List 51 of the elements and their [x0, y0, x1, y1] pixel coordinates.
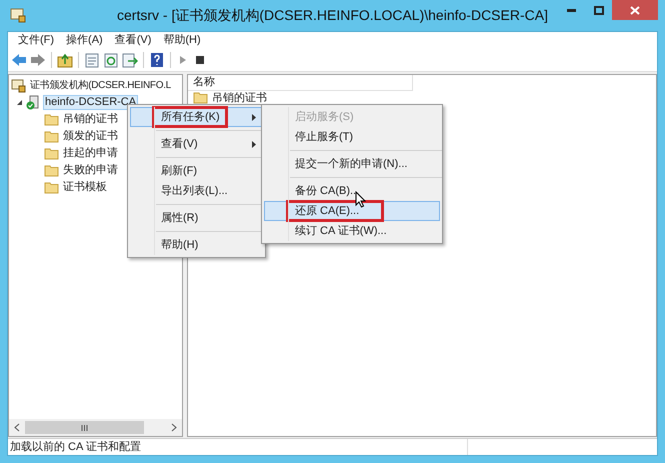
certificate-authority-icon — [11, 78, 26, 92]
submenu-arrow-icon — [252, 140, 256, 148]
menu-item[interactable]: 提交一个新的申请(N)... — [264, 154, 440, 174]
tree-item[interactable]: 颁发的证书 — [62, 130, 119, 143]
forward-icon[interactable] — [30, 53, 46, 67]
menu-item[interactable]: 刷新(F) — [130, 161, 263, 181]
refresh-icon[interactable] — [103, 52, 119, 68]
folder-icon — [44, 147, 59, 160]
status-text: 加载以前的 CA 证书和配置 — [8, 439, 468, 455]
tree-item[interactable]: 吊销的证书 — [62, 113, 119, 126]
menu-item[interactable]: 查看(V) — [110, 32, 156, 49]
maximize-icon — [594, 6, 604, 14]
folder-icon — [44, 181, 59, 194]
tree-item[interactable]: 证书颁发机构(DCSER.HEINFO.L — [29, 79, 172, 92]
horizontal-scrollbar[interactable] — [9, 419, 182, 436]
tree-item[interactable]: 失败的申请 — [62, 164, 119, 177]
menu-item[interactable]: 查看(V) — [130, 134, 263, 154]
back-icon[interactable] — [11, 53, 27, 67]
list-item[interactable]: 吊销的证书 — [212, 92, 267, 104]
window-title: certsrv - [证书颁发机构(DCSER.HEINFO.LOCAL)\heinfo-DCSER-CA] — [117, 6, 548, 25]
scroll-thumb[interactable] — [25, 421, 144, 434]
menu-item[interactable]: 帮助(H) — [158, 32, 206, 49]
menu-item[interactable]: 操作(A) — [61, 32, 108, 49]
server-check-icon — [26, 95, 41, 110]
tree-item[interactable]: 挂起的申请 — [62, 147, 119, 160]
stop-icon[interactable] — [193, 53, 207, 67]
folder-icon — [44, 164, 59, 177]
close-button[interactable] — [612, 0, 658, 20]
folder-up-icon[interactable] — [57, 52, 73, 68]
help-icon[interactable] — [149, 52, 165, 68]
folder-icon — [44, 130, 59, 143]
tree-item[interactable]: 证书模板 — [62, 181, 108, 194]
menu-item[interactable]: 续订 CA 证书(W)... — [264, 221, 440, 241]
tree-item[interactable]: heinfo-DCSER-CA — [44, 96, 138, 109]
menu-item[interactable]: 属性(R) — [130, 208, 263, 228]
column-header[interactable]: 名称 — [193, 74, 215, 91]
minimize-icon — [567, 8, 576, 12]
scroll-left-icon[interactable] — [14, 423, 20, 432]
close-icon — [630, 6, 640, 14]
folder-icon — [44, 113, 59, 126]
menu-item[interactable]: 导出列表(L)... — [130, 181, 263, 201]
menu-item[interactable]: 停止服务(T) — [264, 127, 440, 147]
app-icon — [10, 8, 26, 23]
properties-icon[interactable] — [84, 52, 100, 68]
menu-item[interactable]: 文件(F) — [13, 32, 60, 49]
menu-item[interactable]: 备份 CA(B)... — [264, 181, 440, 201]
scroll-right-icon[interactable] — [171, 423, 177, 432]
export-icon[interactable] — [122, 52, 138, 68]
menu-item[interactable]: 帮助(H) — [130, 235, 263, 255]
submenu-arrow-icon — [252, 114, 256, 120]
expanded-arrow-icon[interactable] — [16, 99, 23, 106]
